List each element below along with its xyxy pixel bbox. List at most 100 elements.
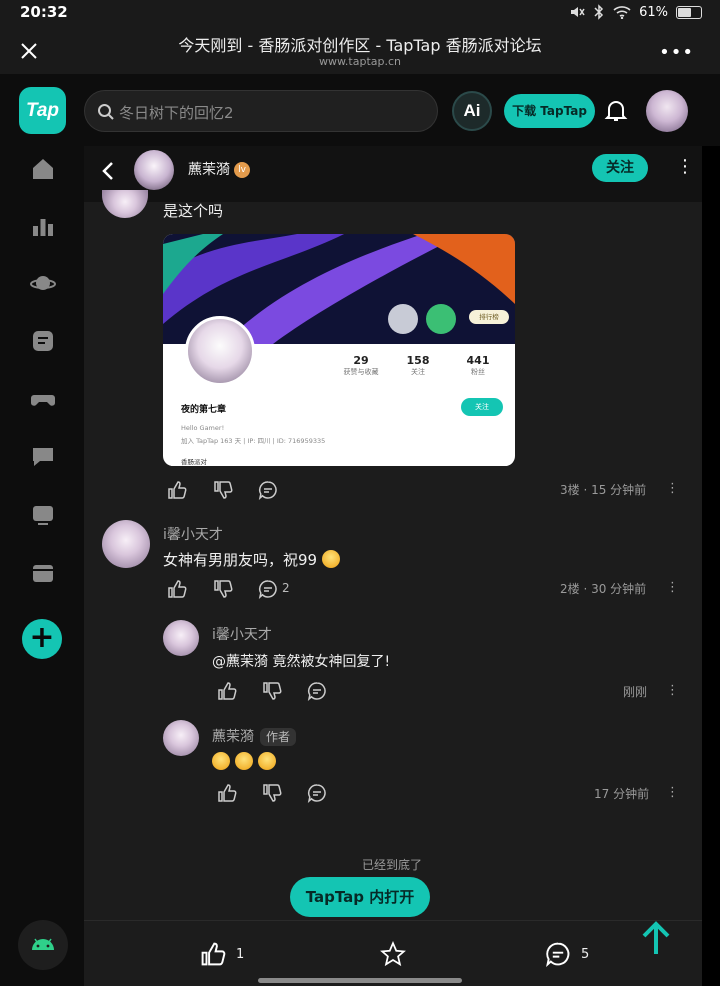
like-icon[interactable]: [167, 579, 187, 599]
library-icon[interactable]: [30, 560, 56, 586]
comment-avatar[interactable]: [102, 520, 150, 568]
status-bar: 20:32 61%: [0, 0, 720, 26]
home-icon[interactable]: [30, 156, 56, 182]
profile-follow-button: 关注: [461, 398, 503, 416]
level-badge-icon: lv: [234, 162, 250, 178]
author-name: 藨茉漪: [188, 162, 230, 178]
taptap-logo[interactable]: Tap: [19, 87, 66, 134]
comment-icon: [546, 942, 570, 967]
ai-assistant-button[interactable]: Ai: [452, 91, 492, 131]
bell-icon[interactable]: [603, 98, 629, 124]
comment-text: 是这个吗: [163, 202, 224, 220]
post-more-button[interactable]: ⋮: [676, 156, 694, 177]
reply-meta: 刚刚: [623, 685, 648, 699]
profile-avatar: [185, 316, 255, 386]
profile-name: 夜的第七章: [181, 405, 227, 415]
emoji-icon: [212, 752, 230, 770]
open-in-app-button[interactable]: TapTap 内打开: [290, 877, 430, 917]
add-button[interactable]: +: [22, 619, 62, 659]
bluetooth-icon: [594, 4, 604, 20]
download-taptap-button[interactable]: 下载 TapTap: [504, 94, 595, 128]
author-name-row[interactable]: 藨茉漪 lv: [188, 159, 250, 179]
emoji-icon: [321, 550, 340, 568]
android-icon: [32, 938, 54, 950]
emoji-icon: [234, 752, 253, 770]
reply-text: @藨茉漪 竟然被女神回复了!: [212, 654, 391, 670]
like-icon: [201, 942, 226, 966]
reply-more-button[interactable]: ⋮: [666, 683, 679, 698]
status-time: 20:32: [20, 3, 68, 21]
stat-following: 158 关注: [406, 354, 430, 376]
emoji-icon: [257, 752, 276, 770]
ranking-icon[interactable]: [30, 214, 56, 240]
comment-count: 5: [581, 946, 590, 962]
like-icon[interactable]: [217, 783, 237, 803]
comment-more-button[interactable]: ⋮: [666, 580, 679, 595]
reply-icon[interactable]: [307, 783, 327, 803]
bottom-favorite-button[interactable]: [380, 941, 406, 967]
reply-icon[interactable]: [258, 579, 278, 599]
status-icons: 61%: [569, 4, 702, 20]
post-author-bar: 藨茉漪 lv 关注 ⋮: [84, 146, 702, 202]
comment-more-button[interactable]: ⋮: [666, 481, 679, 496]
comment-author[interactable]: i馨小天才: [163, 524, 223, 544]
like-icon[interactable]: [167, 480, 187, 500]
dislike-icon[interactable]: [213, 480, 233, 500]
left-nav-rail: Tap +: [0, 74, 84, 986]
user-avatar[interactable]: [646, 90, 688, 132]
end-of-list-text: 已经到底了: [362, 858, 423, 872]
rank-badge: 排行榜: [469, 310, 509, 324]
battery-fill: [678, 7, 691, 17]
dislike-icon[interactable]: [213, 579, 233, 599]
bottom-like-button[interactable]: 1: [200, 941, 244, 967]
like-count: 1: [236, 946, 245, 962]
planet-icon[interactable]: [30, 270, 56, 296]
star-icon: [380, 941, 406, 967]
browser-title-bar: 今天刚到 - 香肠派对创作区 - TapTap 香肠派对论坛 www.tapta…: [0, 26, 720, 74]
reply-count: 2: [282, 581, 290, 595]
search-input[interactable]: 冬日树下的回忆2: [84, 90, 438, 132]
reply-icon[interactable]: [307, 681, 327, 701]
profile-game: 香肠派对: [181, 458, 207, 466]
author-tag: 作者: [260, 728, 297, 746]
like-icon[interactable]: [217, 681, 237, 701]
back-arrow-icon[interactable]: [98, 160, 120, 182]
stat-followers: 441 粉丝: [466, 354, 490, 376]
page-url: www.taptap.cn: [318, 55, 402, 68]
chat-icon[interactable]: [30, 444, 56, 470]
reply-avatar[interactable]: [163, 720, 199, 756]
close-icon[interactable]: [16, 38, 42, 64]
video-icon[interactable]: [30, 502, 56, 528]
follow-button[interactable]: 关注: [592, 154, 648, 182]
dislike-icon[interactable]: [262, 681, 282, 701]
stat-likes: 29 获赞与收藏: [343, 354, 379, 376]
bottom-action-bar: 1 5: [84, 920, 702, 986]
more-menu-button[interactable]: •••: [659, 42, 694, 63]
reply-avatar[interactable]: [163, 620, 199, 656]
search-placeholder: 冬日树下的回忆2: [119, 104, 234, 122]
reply-icon[interactable]: [258, 480, 278, 500]
battery-icon: [676, 5, 702, 19]
top-header: 冬日树下的回忆2 Ai 下载 TapTap: [84, 74, 720, 146]
app-root: 20:32 61% 今天刚到 - 香肠派对创作区 - TapTap 香肠派对论坛…: [0, 0, 720, 986]
battery-text: 61%: [639, 4, 668, 20]
reply-author-row[interactable]: 藨茉漪 作者: [212, 726, 297, 746]
forum-icon[interactable]: [30, 328, 56, 354]
author-avatar[interactable]: [134, 150, 174, 190]
reply-emojis: [212, 752, 276, 771]
page-title: 今天刚到 - 香肠派对创作区 - TapTap 香肠派对论坛: [178, 36, 542, 55]
scroll-to-top-icon[interactable]: [640, 920, 672, 956]
profile-joined: 加入 TapTap 163 天 | IP: 四川 | ID: 716959335: [181, 437, 326, 445]
profile-bio: Hello Gamer!: [181, 424, 225, 432]
reply-more-button[interactable]: ⋮: [666, 785, 679, 800]
comment-image[interactable]: 排行榜 29 获赞与收藏 158 关注 441 粉丝 夜的第七章 关注 Hello G…: [163, 234, 515, 466]
bottom-comment-button[interactable]: 5: [545, 941, 589, 967]
dislike-icon[interactable]: [262, 783, 282, 803]
home-indicator: [258, 978, 462, 983]
comment-meta: 3楼 · 15 分钟前: [560, 483, 647, 497]
comment-text: 女神有男朋友吗，祝99: [163, 549, 340, 570]
android-download-button[interactable]: [18, 920, 68, 970]
game-controller-icon[interactable]: [30, 386, 56, 412]
wifi-icon: [613, 6, 631, 19]
reply-author[interactable]: i馨小天才: [212, 624, 272, 644]
